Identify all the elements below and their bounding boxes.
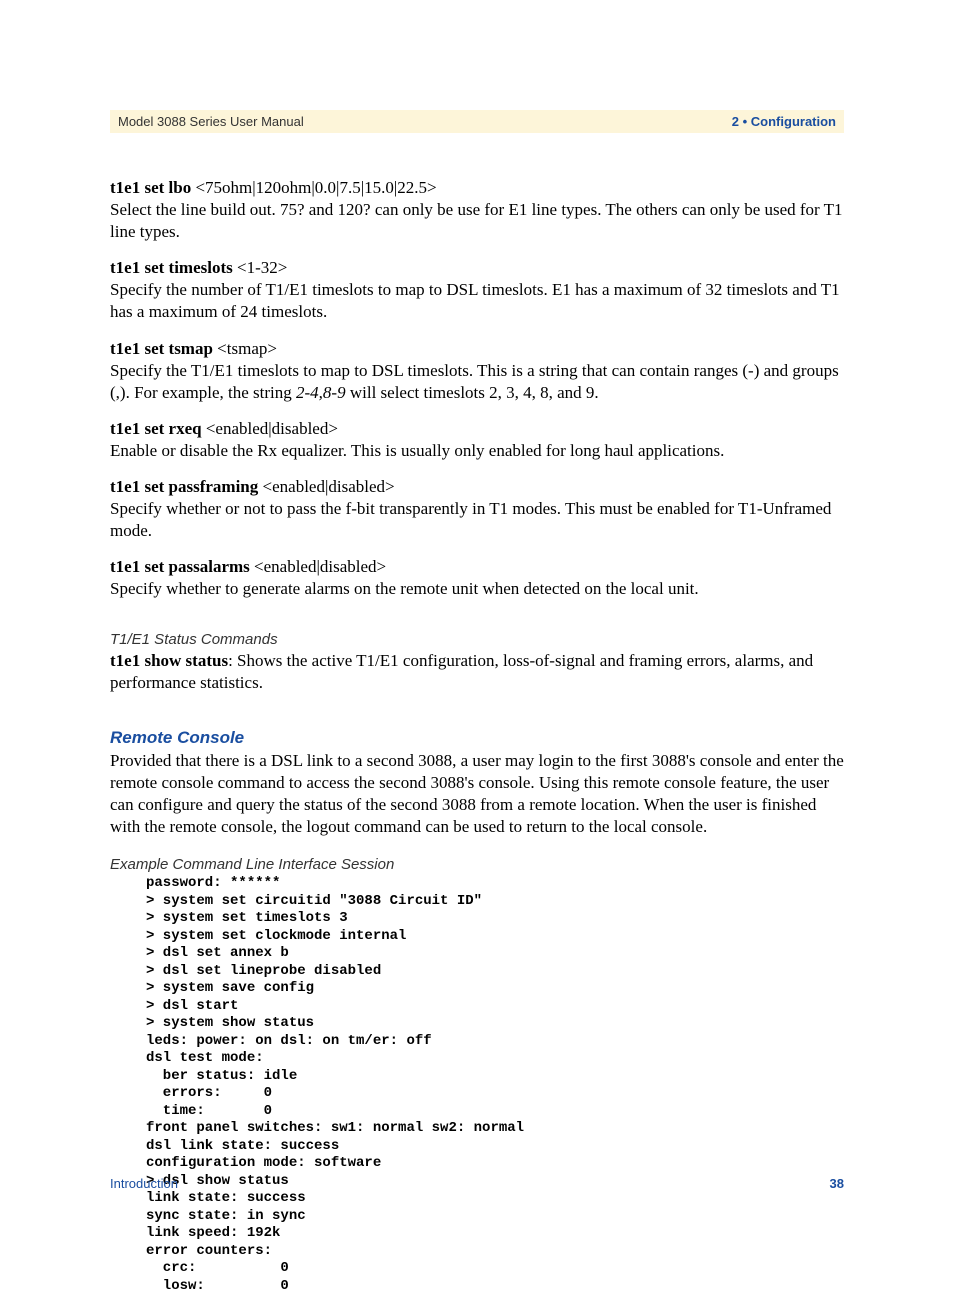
- command-desc-em: 2-4,8-9: [296, 383, 346, 402]
- command-name: t1e1 set timeslots: [110, 258, 233, 277]
- command-block: t1e1 set rxeq <enabled|disabled> Enable …: [110, 418, 844, 462]
- command-args: <tsmap>: [213, 339, 277, 358]
- remote-console-para: Provided that there is a DSL link to a s…: [110, 750, 844, 838]
- command-name: t1e1 set rxeq: [110, 419, 202, 438]
- code-session: password: ****** > system set circuitid …: [146, 875, 844, 1295]
- command-args: <1-32>: [233, 258, 288, 277]
- command-args: <enabled|disabled>: [250, 557, 386, 576]
- example-heading: Example Command Line Interface Session: [110, 856, 844, 873]
- command-name: t1e1 set passalarms: [110, 557, 250, 576]
- command-name: t1e1 set lbo: [110, 178, 191, 197]
- command-line: t1e1 set lbo <75ohm|120ohm|0.0|7.5|15.0|…: [110, 177, 844, 199]
- command-args: <enabled|disabled>: [258, 477, 394, 496]
- header-section-title: 2 • Configuration: [732, 114, 836, 129]
- command-desc: Specify the number of T1/E1 timeslots to…: [110, 279, 844, 323]
- status-command-name: t1e1 show status: [110, 651, 228, 670]
- remote-console-heading: Remote Console: [110, 728, 844, 748]
- status-para: t1e1 show status: Shows the active T1/E1…: [110, 650, 844, 694]
- command-block: t1e1 set lbo <75ohm|120ohm|0.0|7.5|15.0|…: [110, 177, 844, 243]
- command-line: t1e1 set rxeq <enabled|disabled>: [110, 418, 844, 440]
- command-block: t1e1 set passalarms <enabled|disabled> S…: [110, 556, 844, 600]
- command-line: t1e1 set passalarms <enabled|disabled>: [110, 556, 844, 578]
- command-desc: Specify the T1/E1 timeslots to map to DS…: [110, 360, 844, 404]
- footer-section: Introduction: [110, 1176, 178, 1191]
- status-heading: T1/E1 Status Commands: [110, 631, 844, 648]
- footer-page-number: 38: [830, 1176, 844, 1191]
- command-desc: Enable or disable the Rx equalizer. This…: [110, 440, 844, 462]
- document-page: Model 3088 Series User Manual 2 • Config…: [0, 0, 954, 1235]
- command-args: <75ohm|120ohm|0.0|7.5|15.0|22.5>: [191, 178, 436, 197]
- command-args: <enabled|disabled>: [202, 419, 338, 438]
- command-line: t1e1 set timeslots <1-32>: [110, 257, 844, 279]
- page-footer: Introduction 38: [110, 1176, 844, 1191]
- command-block: t1e1 set tsmap <tsmap> Specify the T1/E1…: [110, 338, 844, 404]
- command-name: t1e1 set passframing: [110, 477, 258, 496]
- command-name: t1e1 set tsmap: [110, 339, 213, 358]
- command-desc: Specify whether or not to pass the f-bit…: [110, 498, 844, 542]
- command-block: t1e1 set passframing <enabled|disabled> …: [110, 476, 844, 542]
- page-header: Model 3088 Series User Manual 2 • Config…: [110, 110, 844, 133]
- command-desc: Select the line build out. 75? and 120? …: [110, 199, 844, 243]
- command-block: t1e1 set timeslots <1-32> Specify the nu…: [110, 257, 844, 323]
- command-line: t1e1 set passframing <enabled|disabled>: [110, 476, 844, 498]
- command-line: t1e1 set tsmap <tsmap>: [110, 338, 844, 360]
- command-desc: Specify whether to generate alarms on th…: [110, 578, 844, 600]
- header-manual-title: Model 3088 Series User Manual: [118, 114, 304, 129]
- command-desc-post: will select timeslots 2, 3, 4, 8, and 9.: [346, 383, 599, 402]
